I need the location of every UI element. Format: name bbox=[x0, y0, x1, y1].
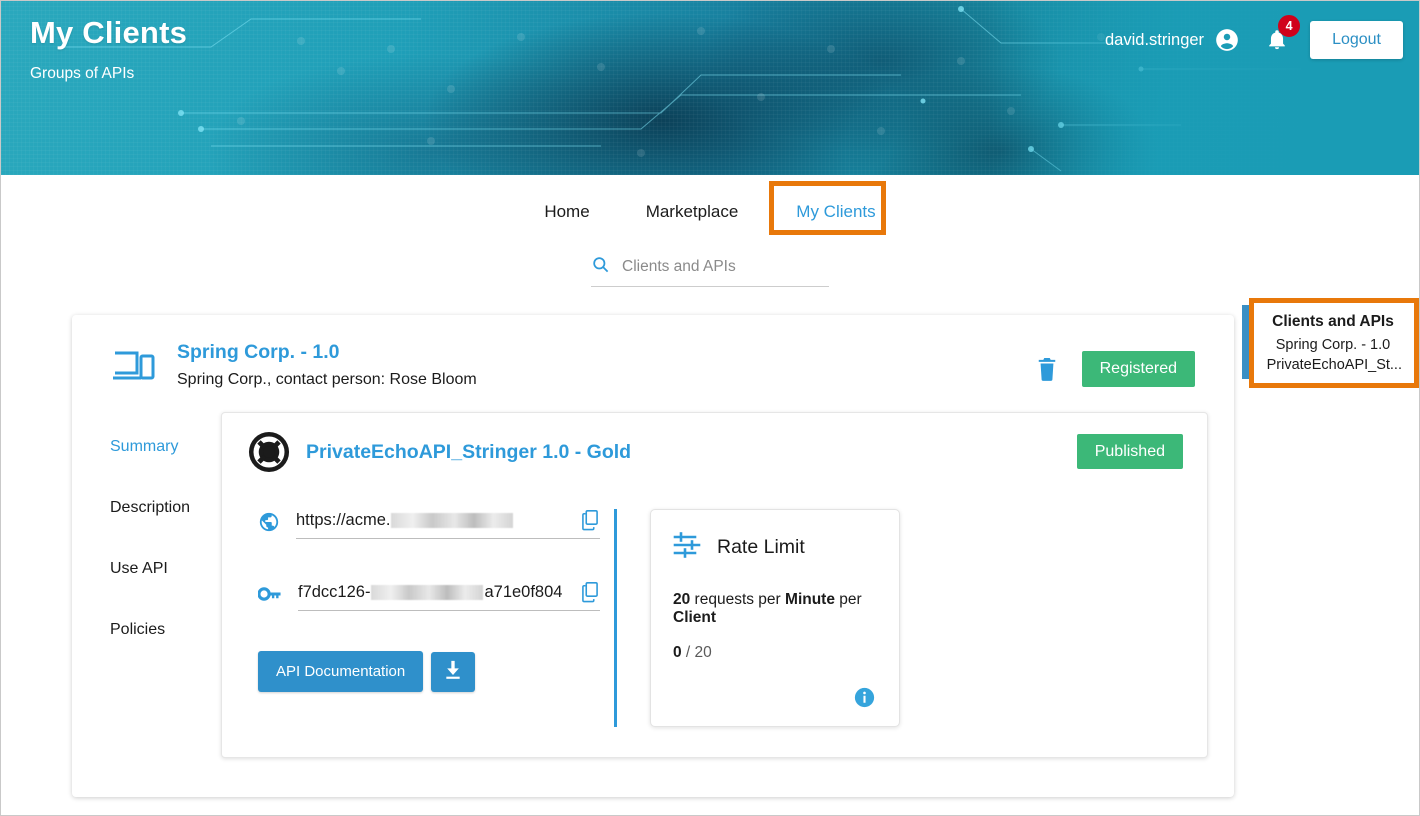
client-titles: Spring Corp. - 1.0 Spring Corp., contact… bbox=[177, 337, 477, 389]
info-icon[interactable] bbox=[854, 687, 875, 708]
side-tab-policies[interactable]: Policies bbox=[110, 621, 214, 639]
rate-limit-total: 20 bbox=[694, 644, 712, 661]
apikey-field-row: f7dcc126- a71e0f804 bbox=[257, 581, 600, 611]
callout-line-1: Spring Corp. - 1.0 bbox=[1275, 337, 1391, 353]
copy-apikey-icon[interactable] bbox=[574, 581, 600, 603]
callout-line-2: PrivateEchoAPI_St... bbox=[1266, 357, 1402, 373]
client-subtitle: Spring Corp., contact person: Rose Bloom bbox=[177, 371, 477, 388]
apikey-value: f7dcc126- a71e0f804 bbox=[298, 583, 562, 602]
api-title-link[interactable]: PrivateEchoAPI_Stringer 1.0 - Gold bbox=[306, 441, 631, 464]
endpoint-value: https://acme. bbox=[296, 511, 514, 530]
nav-item-my-clients-label: My Clients bbox=[796, 202, 876, 221]
api-side-tabs: Summary Description Use API Policies bbox=[94, 412, 214, 758]
notification-count-badge: 4 bbox=[1278, 15, 1301, 37]
page-subtitle: Groups of APIs bbox=[30, 65, 135, 82]
rate-limit-header: Rate Limit bbox=[673, 532, 879, 563]
banner-title-block: My Clients Groups of APIs bbox=[30, 15, 187, 83]
client-card: Spring Corp. - 1.0 Spring Corp., contact… bbox=[72, 315, 1234, 797]
globe-icon bbox=[258, 511, 280, 538]
logout-button[interactable]: Logout bbox=[1310, 21, 1403, 59]
main-nav: Home Marketplace My Clients bbox=[1, 175, 1419, 235]
apikey-field[interactable]: f7dcc126- a71e0f804 bbox=[298, 581, 600, 611]
nav-item-home[interactable]: Home bbox=[530, 193, 603, 231]
download-button[interactable] bbox=[431, 651, 476, 692]
rate-limit-title: Rate Limit bbox=[717, 536, 805, 558]
apikey-redacted-block bbox=[371, 584, 484, 600]
rate-limit-usage: 0 / 20 bbox=[673, 644, 879, 662]
api-card: PrivateEchoAPI_Stringer 1.0 - Gold Publi… bbox=[221, 412, 1208, 758]
client-name-link[interactable]: Spring Corp. - 1.0 bbox=[177, 341, 477, 364]
endpoint-field[interactable]: https://acme. bbox=[296, 509, 600, 539]
apikey-suffix: a71e0f804 bbox=[484, 582, 563, 601]
endpoint-redacted-block bbox=[391, 512, 514, 528]
endpoint-prefix: https://acme. bbox=[296, 510, 391, 529]
rate-limit-per-text: per bbox=[834, 591, 862, 608]
side-tab-use-api[interactable]: Use API bbox=[110, 560, 214, 578]
rate-limit-period: Minute bbox=[785, 591, 835, 608]
page-title: My Clients bbox=[30, 15, 188, 50]
side-tab-summary[interactable]: Summary bbox=[110, 438, 214, 456]
account-circle-icon[interactable] bbox=[1214, 27, 1240, 53]
nav-item-my-clients[interactable]: My Clients bbox=[769, 181, 889, 235]
side-tab-description[interactable]: Description bbox=[110, 499, 214, 517]
callout-accent-bar bbox=[1242, 305, 1249, 379]
download-icon bbox=[443, 659, 463, 684]
search-area: Clients and APIs bbox=[1, 255, 1419, 287]
api-card-header: PrivateEchoAPI_Stringer 1.0 - Gold Publi… bbox=[248, 431, 1187, 473]
apikey-prefix: f7dcc126- bbox=[298, 582, 371, 601]
rate-limit-description: 20 requests per Minute per Client bbox=[673, 591, 879, 627]
devices-icon bbox=[111, 347, 155, 390]
username-label: david.stringer bbox=[1105, 30, 1205, 49]
nav-item-marketplace[interactable]: Marketplace bbox=[632, 193, 753, 231]
vertical-divider bbox=[614, 509, 617, 727]
client-card-header: Spring Corp. - 1.0 Spring Corp., contact… bbox=[94, 337, 1212, 390]
app-page: My Clients Groups of APIs david.stringer… bbox=[0, 0, 1420, 816]
api-buttons-row: API Documentation bbox=[258, 651, 600, 692]
copy-endpoint-icon[interactable] bbox=[574, 509, 600, 531]
client-status-badge: Registered bbox=[1081, 351, 1195, 387]
rate-limit-used: 0 bbox=[673, 644, 682, 661]
search-input[interactable]: Clients and APIs bbox=[622, 258, 736, 276]
rate-limit-scope: Client bbox=[673, 609, 717, 626]
api-documentation-button[interactable]: API Documentation bbox=[258, 651, 424, 692]
page-banner: My Clients Groups of APIs david.stringer… bbox=[1, 1, 1419, 175]
endpoint-field-row: https://acme. bbox=[258, 509, 600, 539]
client-actions: Registered bbox=[1036, 337, 1212, 387]
api-status-wrap: Published bbox=[1076, 434, 1187, 469]
api-card-content: https://acme. f7dcc126- a71e0f804 API Do… bbox=[248, 509, 1187, 727]
api-fields-column: https://acme. f7dcc126- a71e0f804 API Do… bbox=[248, 509, 600, 727]
search-icon bbox=[591, 255, 610, 279]
notification-bell-icon[interactable]: 4 bbox=[1266, 15, 1301, 52]
key-icon bbox=[257, 583, 282, 610]
user-area: david.stringer 4 Logout bbox=[1105, 15, 1403, 59]
client-card-body: Summary Description Use API Policies Pri… bbox=[94, 412, 1212, 758]
trash-icon[interactable] bbox=[1036, 356, 1058, 382]
callout-title: Clients and APIs bbox=[1272, 313, 1394, 330]
rate-limit-value: 20 bbox=[673, 591, 691, 608]
tune-sliders-icon bbox=[673, 532, 703, 563]
rate-limit-mid-text: requests per bbox=[690, 591, 786, 608]
rate-limit-separator: / bbox=[681, 644, 695, 661]
rate-limit-card: Rate Limit 20 requests per Minute per Cl… bbox=[650, 509, 900, 727]
api-status-badge: Published bbox=[1076, 434, 1183, 469]
lifebuoy-icon bbox=[248, 431, 290, 473]
search-box[interactable]: Clients and APIs bbox=[591, 255, 829, 287]
annotation-callout: Clients and APIs Spring Corp. - 1.0 Priv… bbox=[1242, 298, 1419, 388]
